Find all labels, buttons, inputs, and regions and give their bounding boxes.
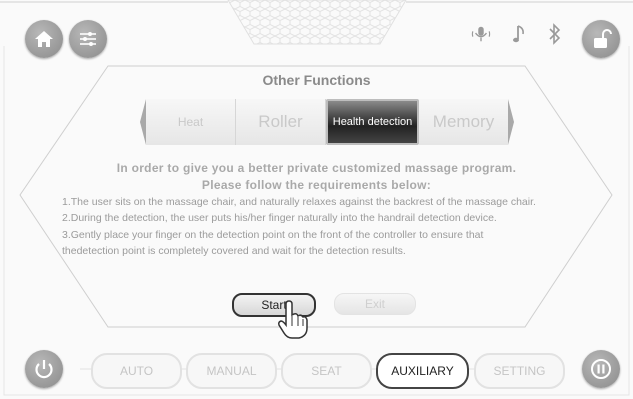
function-tabs: Heat Roller Health detection Memory [146, 99, 508, 145]
bluetooth-icon [545, 22, 565, 46]
nav-setting[interactable]: SETTING [474, 353, 565, 389]
settings-sliders-button[interactable] [69, 20, 107, 58]
intro-line-2: Please follow the requirements below: [201, 178, 432, 192]
tab-memory[interactable]: Memory [419, 99, 508, 145]
sliders-icon [80, 32, 96, 46]
nav-auto[interactable]: AUTO [91, 353, 182, 389]
unlock-button[interactable] [582, 20, 620, 58]
unlock-icon [594, 29, 612, 48]
nav-seat[interactable]: SEAT [281, 353, 372, 389]
requirement-2: 2.During the detection, the user puts hi… [62, 212, 497, 224]
nav-auxiliary[interactable]: AUXILIARY [376, 353, 469, 389]
hand-pointer-icon [278, 300, 308, 339]
pause-icon [591, 359, 611, 379]
panel-title: Other Functions [262, 72, 371, 88]
requirement-3-continued: thedetection point is completely covered… [62, 245, 406, 257]
pause-button[interactable] [582, 350, 620, 388]
tab-health-detection[interactable]: Health detection [326, 99, 419, 145]
tab-roller[interactable]: Roller [236, 99, 326, 145]
power-button[interactable] [25, 350, 63, 388]
requirement-3: 3.Gently place your finger on the detect… [62, 229, 484, 241]
exit-button[interactable]: Exit [334, 293, 416, 315]
home-button[interactable] [25, 20, 63, 58]
nav-manual[interactable]: MANUAL [186, 353, 277, 389]
power-icon [35, 360, 53, 379]
requirement-1: 1.The user sits on the massage chair, an… [62, 196, 536, 208]
music-icon [510, 22, 530, 46]
voice-icon [471, 22, 491, 46]
intro-line-1: In order to give you a better private cu… [116, 161, 517, 175]
tab-heat[interactable]: Heat [146, 99, 236, 145]
home-icon [35, 31, 53, 47]
